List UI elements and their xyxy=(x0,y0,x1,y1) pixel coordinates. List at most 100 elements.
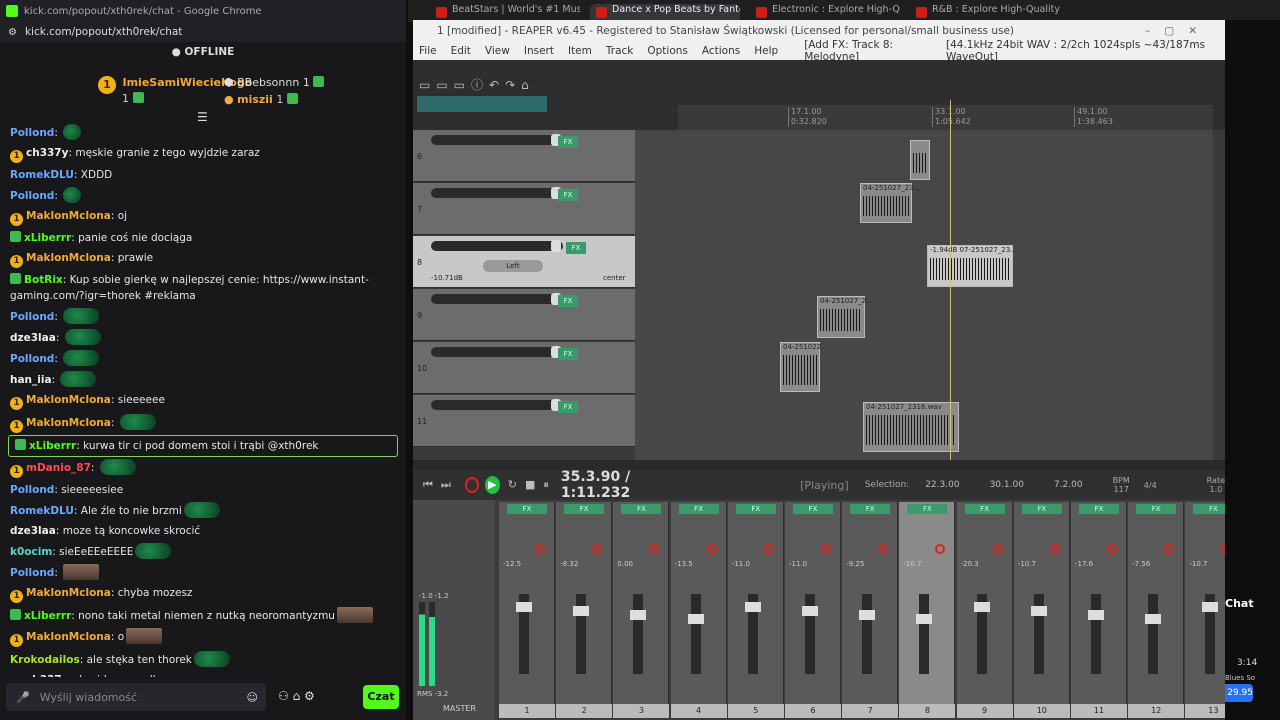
strip-record-icon[interactable] xyxy=(1164,544,1175,554)
strip-fx-button[interactable]: FX xyxy=(735,504,776,514)
track-volume-fader[interactable] xyxy=(431,240,563,252)
strip-fx-button[interactable]: FX xyxy=(564,504,605,514)
media-item[interactable]: 04-251027_2316.wav xyxy=(863,402,959,452)
strip-record-icon[interactable] xyxy=(992,544,1003,554)
fx-button[interactable]: FX xyxy=(558,401,578,413)
fx-button[interactable]: FX xyxy=(558,189,578,201)
timeline-ruler[interactable]: 17.1.000:32.820 33.1.001:05.642 49.1.001:3… xyxy=(678,105,1213,130)
fx-button[interactable]: FX xyxy=(558,295,578,307)
chat-username[interactable]: RomekDLU xyxy=(10,505,74,517)
chat-username[interactable]: Pollond xyxy=(10,190,54,202)
strip-record-icon[interactable] xyxy=(706,544,717,554)
strip-volume-fader[interactable] xyxy=(916,594,933,674)
mixer-strip-12[interactable]: FX -7.56 12 xyxy=(1128,502,1185,718)
chat-username[interactable]: Pollond xyxy=(10,484,54,496)
strip-record-icon[interactable] xyxy=(649,544,660,554)
strip-record-icon[interactable] xyxy=(1107,544,1117,554)
strip-fx-button[interactable]: FX xyxy=(907,504,948,514)
media-item[interactable]: 04-251022... xyxy=(780,342,828,392)
send-chat-button[interactable]: Czat xyxy=(363,685,399,709)
chat-username[interactable]: MaklonMclona xyxy=(26,587,111,599)
fx-button[interactable]: FX xyxy=(566,242,586,254)
strip-fx-button[interactable]: FX xyxy=(793,504,833,514)
menu-help[interactable]: Help xyxy=(754,45,778,57)
track-volume-fader[interactable] xyxy=(431,346,563,358)
chat-username[interactable]: MaklonMclona xyxy=(26,210,111,222)
selection-end[interactable]: 30.1.00 xyxy=(990,480,1024,490)
strip-volume-fader[interactable] xyxy=(573,594,590,674)
chat-username[interactable]: Pollond xyxy=(10,127,54,139)
chat-username[interactable]: han_iia xyxy=(10,374,52,386)
track-volume-fader[interactable] xyxy=(431,134,563,146)
mixer-strip-7[interactable]: FX -9.25 7 xyxy=(842,502,899,718)
media-item[interactable]: 04-251027_23... xyxy=(860,183,920,223)
fx-button[interactable]: FX xyxy=(558,136,578,148)
fx-button[interactable]: FX xyxy=(558,348,578,360)
master-strip[interactable]: -1.0 -1.2 RMS -3.2 MASTER xyxy=(413,500,495,720)
strip-volume-fader[interactable] xyxy=(1088,594,1104,674)
strip-volume-fader[interactable] xyxy=(1030,594,1047,674)
strip-record-icon[interactable] xyxy=(935,544,946,554)
strip-volume-fader[interactable] xyxy=(973,594,990,674)
strip-fx-button[interactable]: FX xyxy=(850,504,891,514)
mixer-strip-8[interactable]: FX -10.7 8 xyxy=(899,502,956,718)
media-item[interactable]: -1.94dB 07-251027_23... xyxy=(927,245,1017,287)
mixer-strip-11[interactable]: FX -17.6 11 xyxy=(1071,502,1127,718)
chat-username[interactable]: xLiberrr xyxy=(24,610,71,622)
track-11[interactable]: 11FXMS xyxy=(413,395,666,447)
strip-record-icon[interactable] xyxy=(535,544,545,554)
mixer-strip-10[interactable]: FX -10.7 10 xyxy=(1013,502,1070,718)
media-item[interactable] xyxy=(910,140,930,180)
chat-username[interactable]: MaklonMclona xyxy=(26,252,111,264)
play-button[interactable]: ▶ xyxy=(484,476,500,494)
selection-length[interactable]: 7.2.00 xyxy=(1054,480,1083,490)
chat-settings-icons[interactable]: ⚇ ⌂ ⚙ xyxy=(278,689,315,703)
record-button[interactable] xyxy=(464,477,479,493)
strip-fx-button[interactable]: FX xyxy=(621,504,662,514)
strip-fx-button[interactable]: FX xyxy=(1079,504,1119,514)
url-text[interactable]: kick.com/popout/xth0rek/chat xyxy=(25,26,182,38)
chat-username[interactable]: Pollond xyxy=(10,567,54,579)
menu-track[interactable]: Track xyxy=(606,45,633,57)
strip-fx-button[interactable]: FX xyxy=(964,504,1005,514)
track-7[interactable]: 7FXMS xyxy=(413,183,666,235)
strip-volume-fader[interactable] xyxy=(516,594,532,674)
top-gifter-2[interactable]: ⬢ BBebsonnn 1 xyxy=(224,76,327,89)
timesig-display[interactable]: 4/4 xyxy=(1144,481,1157,490)
strip-record-icon[interactable] xyxy=(763,544,774,554)
chat-username[interactable]: MaklonMclona xyxy=(26,394,111,406)
chat-username[interactable]: xLiberrr xyxy=(29,440,76,452)
window-controls-icon[interactable]: –▢✕ xyxy=(1145,25,1211,37)
chat-username[interactable]: k0ocim xyxy=(10,546,52,558)
chat-username[interactable]: Pollond xyxy=(10,353,54,365)
top-gifter-3[interactable]: ● miszii 1 xyxy=(224,93,301,106)
strip-fx-button[interactable]: FX xyxy=(1021,504,1062,514)
menu-view[interactable]: View xyxy=(485,45,510,57)
page-price-badge[interactable]: 29.95 xyxy=(1225,684,1253,702)
track-10[interactable]: 10FXMS xyxy=(413,342,666,394)
track-8[interactable]: 8FXMS-10.71dBLeftcenter xyxy=(413,236,666,288)
mixer-strip-5[interactable]: FX -11.0 5 xyxy=(727,502,784,718)
strip-volume-fader[interactable] xyxy=(859,594,876,674)
media-item[interactable]: 04-251027_2... xyxy=(817,296,873,338)
strip-volume-fader[interactable] xyxy=(744,594,761,674)
microphone-icon[interactable]: 🎤 xyxy=(16,691,30,704)
strip-fx-button[interactable]: FX xyxy=(1136,504,1177,514)
toolbar-icons[interactable]: ▭▭▭ⓘ↶↷⌂ xyxy=(419,76,535,93)
mixer-strip-1[interactable]: FX -12.5 1 xyxy=(499,502,555,718)
mixer-strip-3[interactable]: FX 0.00 3 xyxy=(613,502,670,718)
page-chat-label[interactable]: Chat xyxy=(1225,597,1254,610)
track-volume-fader[interactable] xyxy=(431,293,563,305)
chat-username[interactable]: dze3laa xyxy=(10,525,56,537)
chat-username[interactable]: xLiberrr xyxy=(24,232,71,244)
chat-username[interactable]: BotRix xyxy=(24,274,63,286)
menu-options[interactable]: Options xyxy=(647,45,688,57)
chat-username[interactable]: ch337y xyxy=(26,147,68,159)
menu-edit[interactable]: Edit xyxy=(451,45,471,57)
strip-volume-fader[interactable] xyxy=(687,594,704,674)
chat-username[interactable]: MaklonMclona xyxy=(26,631,111,643)
menu-actions[interactable]: Actions xyxy=(702,45,740,57)
menu-insert[interactable]: Insert xyxy=(524,45,554,57)
chat-username[interactable]: ch337y xyxy=(26,674,68,677)
strip-fx-button[interactable]: FX xyxy=(507,504,547,514)
